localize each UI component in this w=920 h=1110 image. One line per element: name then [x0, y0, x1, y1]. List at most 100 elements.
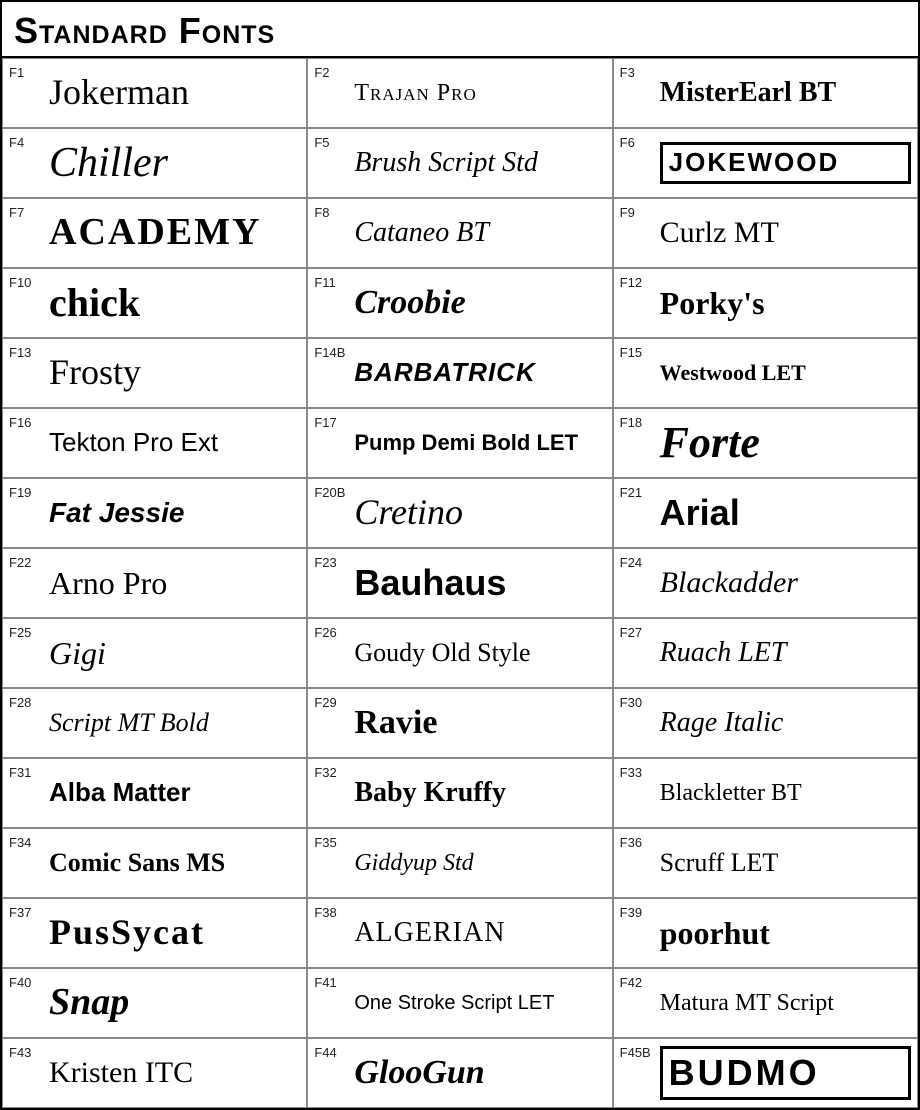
font-name: BARBATRICK	[354, 357, 605, 388]
font-cell: F5 Brush Script Std	[307, 128, 612, 198]
font-name: GlooGun	[354, 1053, 605, 1094]
font-code: F17	[314, 413, 348, 430]
font-code: F43	[9, 1043, 43, 1060]
font-name: Cretino	[354, 491, 605, 534]
font-code: F35	[314, 833, 348, 850]
font-name: Brush Script Std	[354, 146, 605, 180]
font-name: Scruff LET	[660, 847, 911, 878]
font-name: Blackadder	[660, 565, 911, 601]
font-cell: F18 Forte	[613, 408, 918, 478]
font-cell: F33 Blackletter BT	[613, 758, 918, 828]
font-cell: F14B BARBATRICK	[307, 338, 612, 408]
font-code: F26	[314, 623, 348, 640]
font-name: Kristen ITC	[49, 1055, 300, 1091]
font-name: Alba Matter	[49, 777, 300, 808]
font-cell: F32 Baby Kruffy	[307, 758, 612, 828]
font-name: Giddyup Std	[354, 849, 605, 878]
font-code: F3	[620, 63, 654, 80]
font-cell: F43 Kristen ITC	[2, 1038, 307, 1108]
font-name: Blackletter BT	[660, 779, 911, 808]
font-name: Tekton Pro Ext	[49, 427, 300, 458]
font-code: F33	[620, 763, 654, 780]
font-cell: F1Jokerman	[2, 58, 307, 128]
font-code: F27	[620, 623, 654, 640]
font-code: F45B	[620, 1043, 654, 1060]
font-name: ALGERIAN	[354, 916, 605, 950]
font-name: Arial	[660, 491, 911, 534]
font-code: F30	[620, 693, 654, 710]
font-code: F4	[9, 133, 43, 150]
font-cell: F12 Porky's	[613, 268, 918, 338]
font-name: Ravie	[354, 703, 605, 744]
font-cell: F19Fat Jessie	[2, 478, 307, 548]
font-code: F18	[620, 413, 654, 430]
font-code: F16	[9, 413, 43, 430]
font-name: JOKEWOOD	[660, 142, 911, 183]
font-name: Frosty	[49, 351, 300, 394]
font-code: F20B	[314, 483, 348, 500]
font-code: F24	[620, 553, 654, 570]
font-name: Pump Demi Bold LET	[354, 430, 605, 456]
font-cell: F21 Arial	[613, 478, 918, 548]
font-code: F28	[9, 693, 43, 710]
font-cell: F27 Ruach LET	[613, 618, 918, 688]
font-name: poorhut	[660, 914, 911, 952]
font-name: Ruach LET	[660, 636, 911, 670]
font-cell: F8 Cataneo BT	[307, 198, 612, 268]
font-cell: F44 GlooGun	[307, 1038, 612, 1108]
font-cell: F6JOKEWOOD	[613, 128, 918, 198]
font-name: ACADEMY	[49, 210, 300, 256]
font-code: F9	[620, 203, 654, 220]
font-cell: F37PusSycat	[2, 898, 307, 968]
font-code: F31	[9, 763, 43, 780]
font-code: F1	[9, 63, 43, 80]
font-cell: F40Snap	[2, 968, 307, 1038]
font-name: Snap	[49, 980, 300, 1026]
font-code: F21	[620, 483, 654, 500]
font-cell: F26Goudy Old Style	[307, 618, 612, 688]
font-code: F44	[314, 1043, 348, 1060]
fonts-grid: F1JokermanF2Trajan ProF3MisterEarl BTF4C…	[2, 58, 918, 1108]
font-name: Bauhaus	[354, 561, 605, 604]
font-code: F5	[314, 133, 348, 150]
font-code: F32	[314, 763, 348, 780]
font-name: Comic Sans MS	[49, 847, 300, 878]
font-name: Forte	[660, 417, 911, 470]
font-cell: F2Trajan Pro	[307, 58, 612, 128]
font-code: F19	[9, 483, 43, 500]
font-cell: F28Script MT Bold	[2, 688, 307, 758]
font-code: F22	[9, 553, 43, 570]
font-code: F7	[9, 203, 43, 220]
font-code: F13	[9, 343, 43, 360]
font-name: Porky's	[660, 284, 911, 322]
font-cell: F17 Pump Demi Bold LET	[307, 408, 612, 478]
font-cell: F42 Matura MT Script	[613, 968, 918, 1038]
font-code: F15	[620, 343, 654, 360]
font-name: Gigi	[49, 634, 300, 672]
font-code: F38	[314, 903, 348, 920]
font-code: F10	[9, 273, 43, 290]
font-code: F42	[620, 973, 654, 990]
font-code: F14B	[314, 343, 348, 360]
font-cell: F7 ACADEMY	[2, 198, 307, 268]
font-name: BUDMO	[660, 1046, 911, 1099]
font-name: One Stroke Script LET	[354, 991, 605, 1015]
font-code: F8	[314, 203, 348, 220]
font-cell: F11Croobie	[307, 268, 612, 338]
font-cell: F45B BUDMO	[613, 1038, 918, 1108]
font-name: Rage Italic	[660, 706, 911, 740]
font-name: Baby Kruffy	[354, 776, 605, 810]
standard-fonts-page: Standard Fonts F1JokermanF2Trajan ProF3M…	[0, 0, 920, 1110]
font-name: Matura MT Script	[660, 989, 911, 1018]
font-code: F25	[9, 623, 43, 640]
font-code: F23	[314, 553, 348, 570]
font-code: F12	[620, 273, 654, 290]
font-cell: F38 ALGERIAN	[307, 898, 612, 968]
font-cell: F35 Giddyup Std	[307, 828, 612, 898]
font-name: Cataneo BT	[354, 216, 605, 250]
font-cell: F25 Gigi	[2, 618, 307, 688]
font-code: F41	[314, 973, 348, 990]
font-cell: F16 Tekton Pro Ext	[2, 408, 307, 478]
font-cell: F31 Alba Matter	[2, 758, 307, 828]
font-cell: F41 One Stroke Script LET	[307, 968, 612, 1038]
